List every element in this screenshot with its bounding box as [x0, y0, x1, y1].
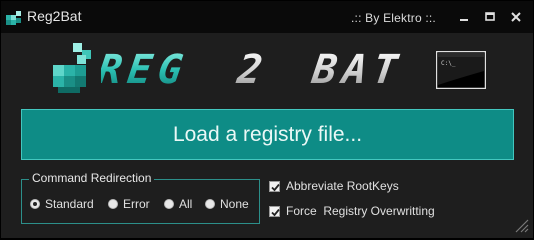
radio-dot[interactable]	[164, 199, 174, 209]
logo-two: 2	[234, 47, 266, 91]
command-redirection-legend: Command Redirection	[29, 171, 155, 185]
radio-none-label: None	[220, 197, 249, 211]
maximize-button[interactable]	[479, 8, 501, 26]
force-overwrite-checkbox[interactable]: Force Registry Overwritting	[269, 204, 435, 218]
app-icon	[6, 9, 22, 25]
checkmark-icon	[271, 183, 280, 191]
minimize-icon	[460, 19, 468, 21]
radio-dot[interactable]	[108, 199, 118, 209]
radio-standard-label: Standard	[45, 197, 94, 211]
svg-text:C:\_: C:\_	[441, 60, 456, 67]
window-title: Reg2Bat	[27, 8, 82, 24]
radio-all-label: All	[179, 197, 193, 211]
radio-dot-selected[interactable]	[30, 199, 40, 209]
registry-cubes-icon	[51, 41, 99, 95]
abbreviate-rootkeys-label: Abbreviate RootKeys	[286, 179, 399, 193]
force-overwrite-label: Force Registry Overwritting	[286, 204, 435, 218]
window-byline: .:: By Elektro ::.	[351, 11, 436, 25]
app-window: Reg2Bat .:: By Elektro ::. REG 2 BAT C:\…	[0, 0, 534, 239]
radio-error[interactable]: Error	[108, 197, 150, 211]
maximize-icon	[485, 12, 495, 21]
terminal-window-icon: C:\_	[435, 50, 487, 90]
radio-all[interactable]: All	[164, 197, 192, 211]
abbreviate-rootkeys-checkbox[interactable]: Abbreviate RootKeys	[269, 179, 399, 193]
resize-grip-icon[interactable]	[513, 217, 529, 233]
checkbox-box[interactable]	[269, 180, 280, 192]
close-icon	[511, 12, 521, 22]
logo-bat: BAT	[309, 47, 407, 91]
close-button[interactable]	[505, 8, 527, 26]
radio-dot[interactable]	[205, 199, 215, 209]
title-bar[interactable]: Reg2Bat .:: By Elektro ::.	[1, 1, 533, 33]
logo-reg: REG	[101, 47, 191, 91]
radio-standard[interactable]: Standard	[30, 197, 94, 211]
checkbox-box[interactable]	[269, 205, 280, 217]
radio-none[interactable]: None	[205, 197, 249, 211]
logo-text: REG 2 BAT	[95, 47, 431, 93]
minimize-button[interactable]	[453, 8, 475, 26]
checkmark-icon	[271, 208, 280, 216]
radio-error-label: Error	[123, 197, 150, 211]
load-registry-button[interactable]: Load a registry file...	[21, 109, 514, 160]
